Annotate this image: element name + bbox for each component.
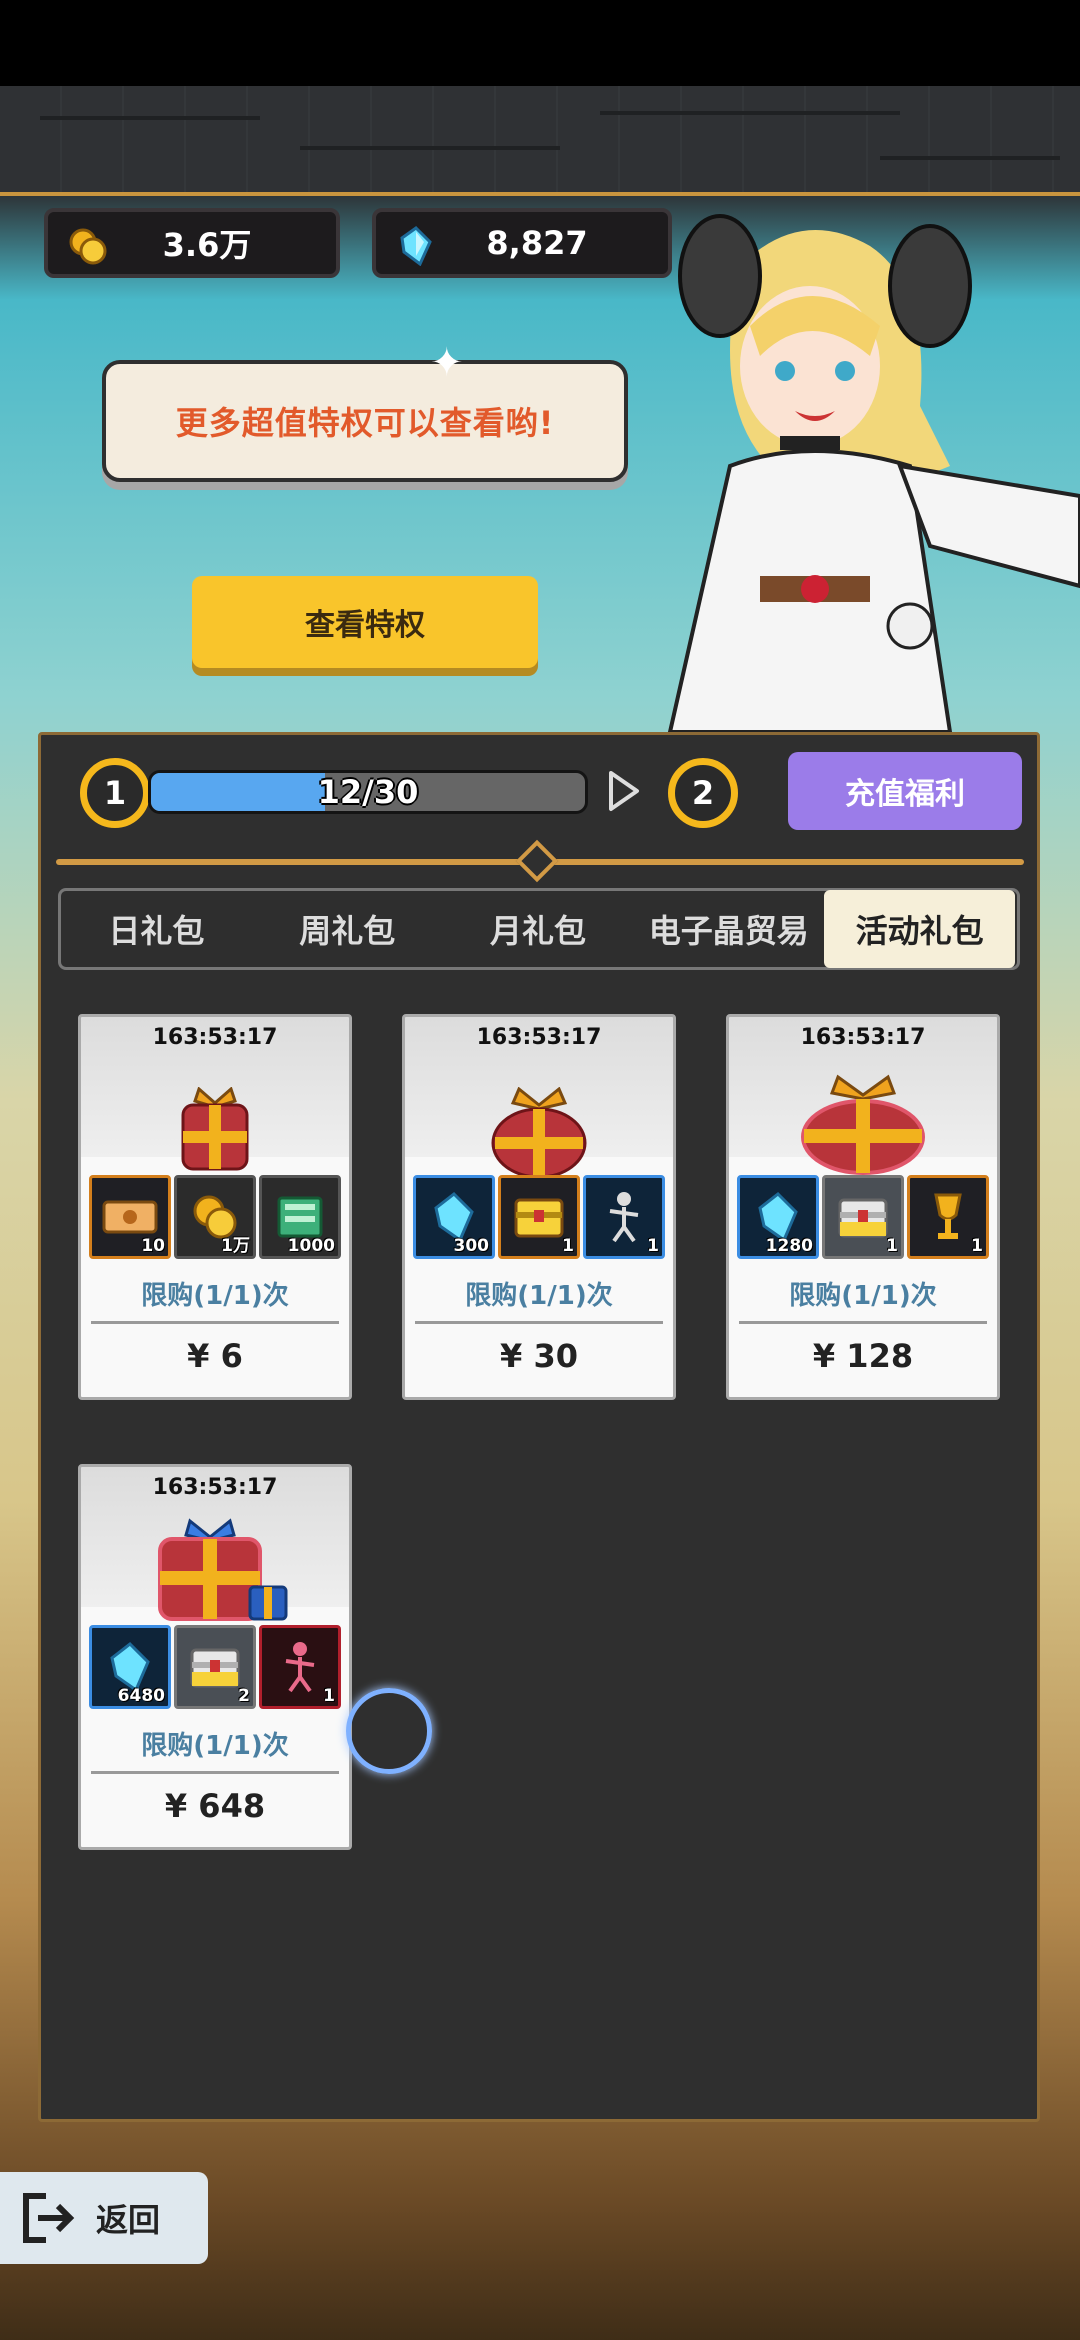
vip-progress-text: 12/30 bbox=[317, 773, 419, 811]
pack-item[interactable]: 1 bbox=[259, 1625, 341, 1709]
pack-item[interactable]: 1万 bbox=[174, 1175, 256, 1259]
tab-label: 月礼包 bbox=[489, 912, 586, 950]
recharge-benefits-label: 充值福利 bbox=[845, 778, 965, 811]
item-qty: 1 bbox=[971, 1236, 983, 1256]
tap-ripple-effect bbox=[346, 1688, 432, 1774]
tab-crystal-trade[interactable]: 电子晶贸易 bbox=[633, 891, 824, 967]
speech-bubble: 更多超值特权可以查看哟! bbox=[102, 360, 628, 482]
gift-box-icon bbox=[801, 1074, 925, 1175]
item-qty: 1 bbox=[886, 1236, 898, 1256]
purchase-limit: 限购(1/1)次 bbox=[465, 1281, 613, 1311]
view-privilege-label: 查看特权 bbox=[305, 609, 425, 642]
item-qty: 1 bbox=[323, 1686, 335, 1706]
pack-timer: 163:53:17 bbox=[152, 1475, 278, 1500]
pack-item[interactable]: 1000 bbox=[259, 1175, 341, 1259]
gift-pack-card-3[interactable]: 163:53:17 1280 1 1 限购(1/1)次 ¥ 128 bbox=[726, 1014, 1000, 1400]
item-qty: 1 bbox=[562, 1236, 574, 1256]
tab-label: 周礼包 bbox=[299, 912, 396, 950]
crystal-icon bbox=[758, 1192, 798, 1242]
pack-item[interactable]: 10 bbox=[89, 1175, 171, 1259]
current-level-badge: 1 bbox=[80, 758, 150, 828]
pack-timer: 163:53:17 bbox=[476, 1025, 602, 1050]
pack-price: ¥ 6 bbox=[187, 1337, 243, 1375]
purchase-limit: 限购(1/1)次 bbox=[141, 1731, 289, 1761]
shop-tabs: 日礼包 周礼包 月礼包 电子晶贸易 活动礼包 bbox=[58, 888, 1020, 970]
pack-price: ¥ 648 bbox=[164, 1787, 266, 1825]
item-qty: 6480 bbox=[117, 1686, 165, 1706]
pack-item[interactable]: 1280 bbox=[737, 1175, 819, 1259]
current-level-number: 1 bbox=[103, 774, 127, 812]
crystal-amount: 8,827 bbox=[486, 224, 588, 262]
purchase-limit: 限购(1/1)次 bbox=[141, 1281, 289, 1311]
pack-item[interactable]: 2 bbox=[174, 1625, 256, 1709]
pack-price: ¥ 30 bbox=[500, 1337, 578, 1375]
item-qty: 1000 bbox=[287, 1236, 335, 1256]
tab-monthly[interactable]: 月礼包 bbox=[443, 891, 634, 967]
gift-box-icon bbox=[181, 1087, 249, 1171]
purchase-limit: 限购(1/1)次 bbox=[789, 1281, 937, 1311]
pack-timer: 163:53:17 bbox=[152, 1025, 278, 1050]
tab-event[interactable]: 活动礼包 bbox=[824, 890, 1015, 968]
chest-icon bbox=[190, 1648, 240, 1688]
tab-label: 电子晶贸易 bbox=[648, 912, 809, 950]
crystal-icon bbox=[110, 1642, 150, 1692]
trophy-icon bbox=[934, 1193, 962, 1239]
back-label: 返回 bbox=[96, 2202, 161, 2238]
card-separator bbox=[91, 1771, 339, 1774]
pack-item[interactable]: 1 bbox=[583, 1175, 665, 1259]
tab-weekly[interactable]: 周礼包 bbox=[252, 891, 443, 967]
chest-icon bbox=[838, 1198, 888, 1238]
exit-icon bbox=[23, 2193, 75, 2243]
item-qty: 1 bbox=[647, 1236, 659, 1256]
chest-icon bbox=[514, 1198, 564, 1238]
next-level-badge: 2 bbox=[668, 758, 738, 828]
figure-icon bbox=[285, 1642, 315, 1693]
top-circuit-banner bbox=[0, 86, 1080, 196]
book-icon bbox=[277, 1196, 323, 1238]
tab-label: 日礼包 bbox=[108, 912, 205, 950]
ticket-icon bbox=[102, 1200, 158, 1234]
gold-currency-bar: 3.6万 bbox=[44, 208, 340, 278]
play-arrow-icon bbox=[609, 771, 639, 811]
pack-item[interactable]: 1 bbox=[822, 1175, 904, 1259]
card-separator bbox=[91, 1321, 339, 1324]
gift-box-icon bbox=[491, 1087, 587, 1179]
gift-pack-card-2[interactable]: 163:53:17 300 1 1 限购(1/1)次 ¥ 30 bbox=[402, 1014, 676, 1400]
speech-text: 更多超值特权可以查看哟! bbox=[175, 404, 555, 442]
card-separator bbox=[415, 1321, 663, 1324]
back-button[interactable]: 返回 bbox=[0, 2172, 208, 2264]
pack-timer: 163:53:17 bbox=[800, 1025, 926, 1050]
tab-label: 活动礼包 bbox=[855, 912, 984, 950]
gold-coin-icon bbox=[69, 228, 107, 265]
sparkle-icon: ✦ bbox=[430, 340, 464, 386]
crystal-currency-bar: 8,827 bbox=[372, 208, 672, 278]
card-separator bbox=[739, 1321, 987, 1324]
next-level-number: 2 bbox=[691, 774, 715, 812]
gift-box-icon bbox=[158, 1518, 288, 1621]
character-illustration bbox=[667, 214, 1080, 732]
pack-item[interactable]: 1 bbox=[907, 1175, 989, 1259]
crystal-icon bbox=[434, 1192, 474, 1242]
item-qty: 2 bbox=[238, 1686, 250, 1706]
pack-item[interactable]: 6480 bbox=[89, 1625, 171, 1709]
vip-progress-bar: 12/30 bbox=[148, 770, 588, 814]
crystal-icon bbox=[400, 226, 432, 266]
item-qty: 1280 bbox=[765, 1236, 813, 1256]
gift-pack-card-4[interactable]: 163:53:17 6480 2 1 限购(1/1)次 ¥ 648 bbox=[78, 1464, 352, 1850]
pack-item[interactable]: 300 bbox=[413, 1175, 495, 1259]
gold-amount: 3.6万 bbox=[162, 226, 252, 264]
tab-daily[interactable]: 日礼包 bbox=[61, 891, 252, 967]
view-privilege-button[interactable]: 查看特权 bbox=[192, 576, 538, 668]
recharge-benefits-button[interactable]: 充值福利 bbox=[788, 752, 1022, 830]
item-qty: 10 bbox=[141, 1236, 165, 1256]
item-qty: 1万 bbox=[221, 1236, 250, 1256]
figure-icon bbox=[609, 1192, 639, 1243]
pack-item[interactable]: 1 bbox=[498, 1175, 580, 1259]
item-qty: 300 bbox=[453, 1236, 490, 1256]
gift-pack-card-1[interactable]: 163:53:17 10 1万 1000 限购(1/1)次 ¥ 6 bbox=[78, 1014, 352, 1400]
pack-price: ¥ 128 bbox=[812, 1337, 914, 1375]
